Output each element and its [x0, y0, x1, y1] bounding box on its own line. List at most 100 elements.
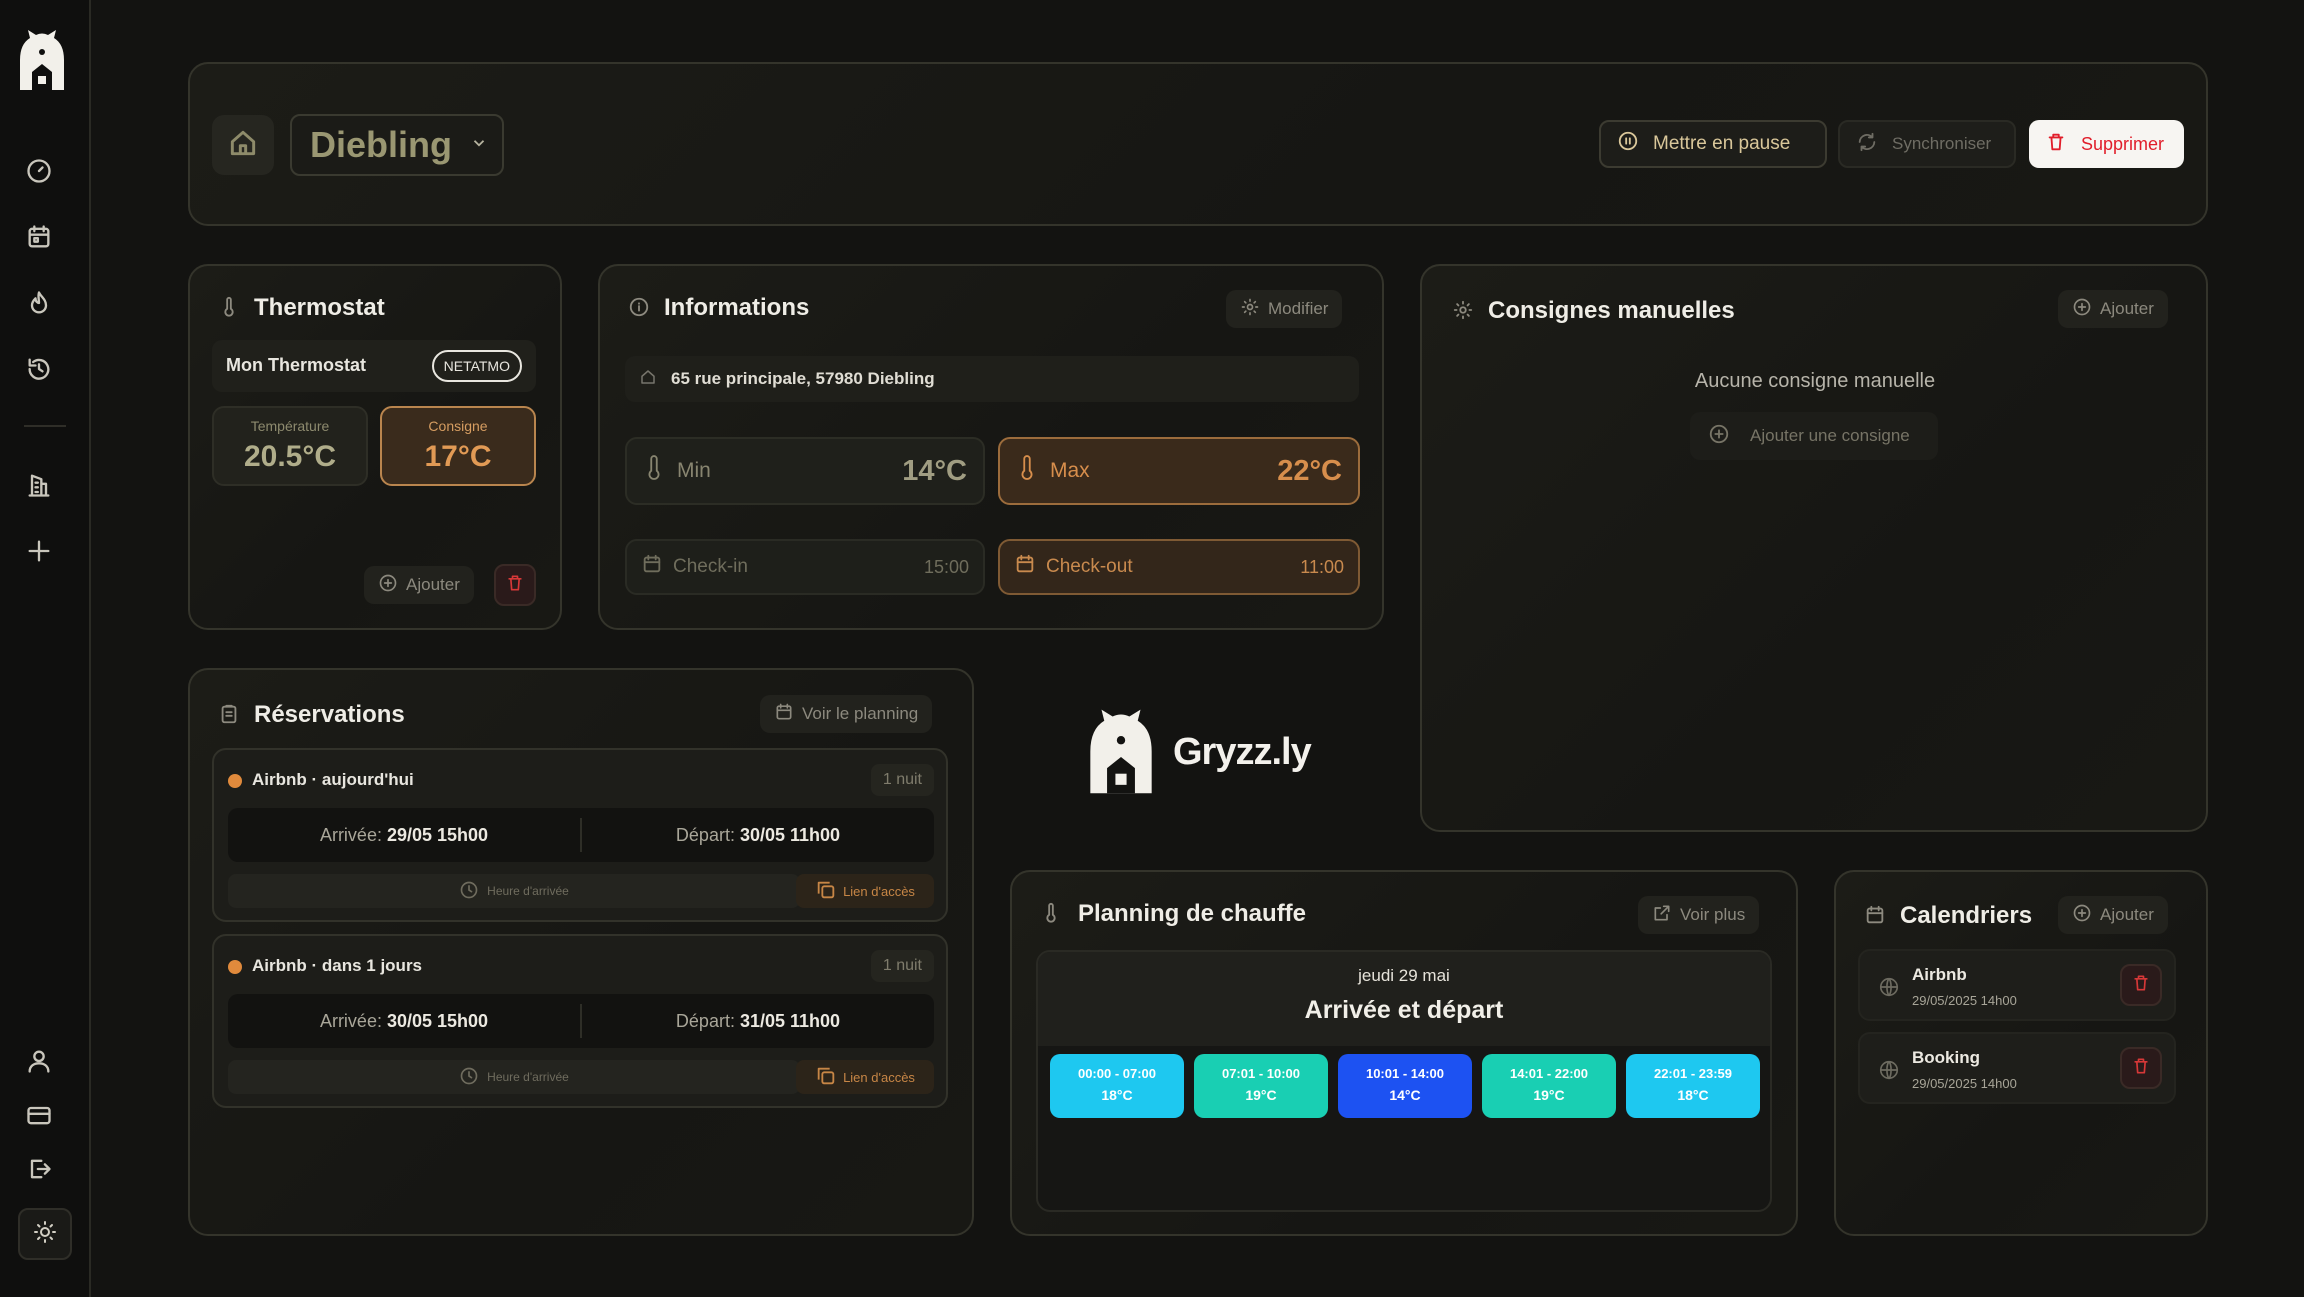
flame-icon[interactable] [22, 286, 56, 320]
checkin-field[interactable]: Check-in 15:00 [625, 539, 985, 595]
refresh-icon [1856, 131, 1878, 158]
add-thermostat-button[interactable]: Ajouter [364, 566, 474, 604]
gauge-icon[interactable] [22, 154, 56, 188]
access-link-button[interactable]: Lien d'accès [796, 874, 934, 908]
sync-button[interactable]: Synchroniser [1838, 120, 2016, 168]
plus-circle-icon [2072, 903, 2092, 928]
delete-label: Supprimer [2081, 133, 2165, 154]
min-label: Min [677, 459, 711, 482]
slot-temperature: 19°C [1533, 1087, 1565, 1103]
departure-date: Départ: 30/05 11h00 [675, 824, 841, 845]
property-select[interactable]: Diebling [290, 114, 504, 176]
calendar-icon [1864, 904, 1886, 926]
reservation-dates: Arrivée: 30/05 15h00 Départ: 31/05 11h00 [228, 994, 934, 1048]
bear-house-logo[interactable] [16, 26, 68, 92]
delete-calendar-button[interactable] [2120, 1047, 2162, 1089]
pause-icon [1617, 130, 1639, 158]
brand-name: Gryzz.ly [1173, 731, 1312, 773]
min-value: 14°C [902, 454, 967, 487]
delete-thermostat-button[interactable] [494, 564, 536, 606]
add-consigne-header-button[interactable]: Ajouter [2058, 290, 2168, 328]
arrival-time-field[interactable]: Heure d'arrivée [228, 874, 800, 908]
calendar-item[interactable]: Airbnb 29/05/2025 14h00 [1858, 949, 2176, 1021]
calendriers-title: Calendriers [1900, 902, 2033, 929]
slot-range: 00:00 - 07:00 [1077, 1066, 1157, 1081]
plus-circle-icon [378, 573, 398, 598]
building-icon[interactable] [22, 468, 56, 502]
thermometer-icon [1016, 455, 1038, 487]
trash-icon [2131, 1056, 2151, 1081]
heating-slot[interactable]: 07:01 - 10:00 19°C [1194, 1054, 1328, 1118]
status-dot [228, 774, 242, 788]
reservation-card[interactable]: Airbnb · dans 1 jours 1 nuit Arrivée: 30… [212, 934, 948, 1108]
arrival-time-field[interactable]: Heure d'arrivée [228, 1060, 800, 1094]
user-icon[interactable] [22, 1044, 56, 1078]
nav-divider [24, 425, 66, 427]
credit-card-icon[interactable] [22, 1098, 56, 1132]
property-name: Diebling [310, 124, 452, 165]
add-label: Ajouter [2100, 905, 2154, 924]
reservation-card[interactable]: Airbnb · aujourd'hui 1 nuit Arrivée: 29/… [212, 748, 948, 922]
delete-property-button[interactable]: Supprimer [2029, 120, 2184, 168]
checkout-field[interactable]: Check-out 11:00 [998, 539, 1360, 595]
max-label: Max [1050, 459, 1090, 482]
max-temperature[interactable]: Max 22°C [998, 437, 1360, 505]
thermometer-icon [218, 296, 240, 318]
pause-button[interactable]: Mettre en pause [1599, 120, 1827, 168]
calendar-item[interactable]: Booking 29/05/2025 14h00 [1858, 1032, 2176, 1104]
nights-badge: 1 nuit [870, 950, 934, 982]
access-label: Lien d'accès [843, 1069, 915, 1085]
reservation-title: Airbnb · aujourd'hui [252, 770, 414, 789]
thermostat-device-row[interactable]: Mon Thermostat NETATMO [212, 340, 536, 392]
theme-toggle-button[interactable] [18, 1208, 72, 1260]
empty-consignes-text: Aucune consigne manuelle [1694, 370, 1936, 392]
globe-icon [1878, 976, 1900, 998]
planning-date: jeudi 29 mai [1358, 966, 1450, 985]
planning-day-header: jeudi 29 mai Arrivée et départ [1038, 952, 1770, 1046]
nights-badge: 1 nuit [870, 764, 934, 796]
add-calendar-button[interactable]: Ajouter [2058, 896, 2168, 934]
clipboard-icon [218, 703, 240, 725]
edit-informations-button[interactable]: Modifier [1226, 290, 1343, 328]
plus-icon[interactable] [22, 534, 56, 568]
heating-slot[interactable]: 00:00 - 07:00 18°C [1050, 1054, 1184, 1118]
min-temperature[interactable]: Min 14°C [625, 437, 985, 505]
calendar-icon[interactable] [22, 220, 56, 254]
brand-logo: Gryzz.ly [1083, 704, 1312, 801]
copy-icon [815, 1065, 837, 1090]
slot-temperature: 19°C [1245, 1087, 1277, 1103]
consigne-tile[interactable]: Consigne 17°C [380, 406, 536, 486]
globe-icon [1878, 1059, 1900, 1081]
heating-slot[interactable]: 10:01 - 14:00 14°C [1338, 1054, 1472, 1118]
heating-slot[interactable]: 22:01 - 23:59 18°C [1626, 1054, 1760, 1118]
slot-temperature: 18°C [1101, 1087, 1133, 1103]
departure-date: Départ: 31/05 11h00 [675, 1010, 841, 1031]
history-icon[interactable] [22, 352, 56, 386]
access-label: Lien d'accès [843, 883, 915, 899]
access-link-button[interactable]: Lien d'accès [796, 1060, 934, 1094]
thermometer-icon [1040, 902, 1062, 924]
logout-icon[interactable] [22, 1152, 56, 1186]
view-planning-button[interactable]: Voir le planning [760, 695, 933, 733]
sync-label: Synchroniser [1892, 134, 1992, 153]
consigne-value: 17°C [424, 440, 492, 473]
calendar-icon [641, 553, 663, 581]
arrival-date: Arrivée: 30/05 15h00 [319, 1010, 489, 1031]
slot-range: 14:01 - 22:00 [1509, 1066, 1589, 1081]
address-row: 65 rue principale, 57980 Diebling [625, 356, 1359, 402]
delete-calendar-button[interactable] [2120, 964, 2162, 1006]
add-consigne-label: Ajouter une consigne [1750, 426, 1910, 445]
home-button[interactable] [212, 115, 274, 175]
view-more-button[interactable]: Voir plus [1638, 896, 1760, 934]
info-icon [628, 296, 650, 318]
add-consigne-button[interactable]: Ajouter une consigne [1690, 412, 1938, 460]
add-label: Ajouter [2100, 299, 2154, 318]
add-label: Ajouter [406, 575, 460, 594]
heating-slot[interactable]: 14:01 - 22:00 19°C [1482, 1054, 1616, 1118]
home-icon [227, 127, 259, 164]
device-name: Mon Thermostat [226, 355, 367, 375]
calendar-date: 29/05/2025 14h00 [1912, 1076, 2017, 1091]
bear-house-logo [1083, 704, 1159, 801]
calendar-icon [1014, 553, 1036, 581]
brand-badge: NETATMO [431, 350, 522, 382]
